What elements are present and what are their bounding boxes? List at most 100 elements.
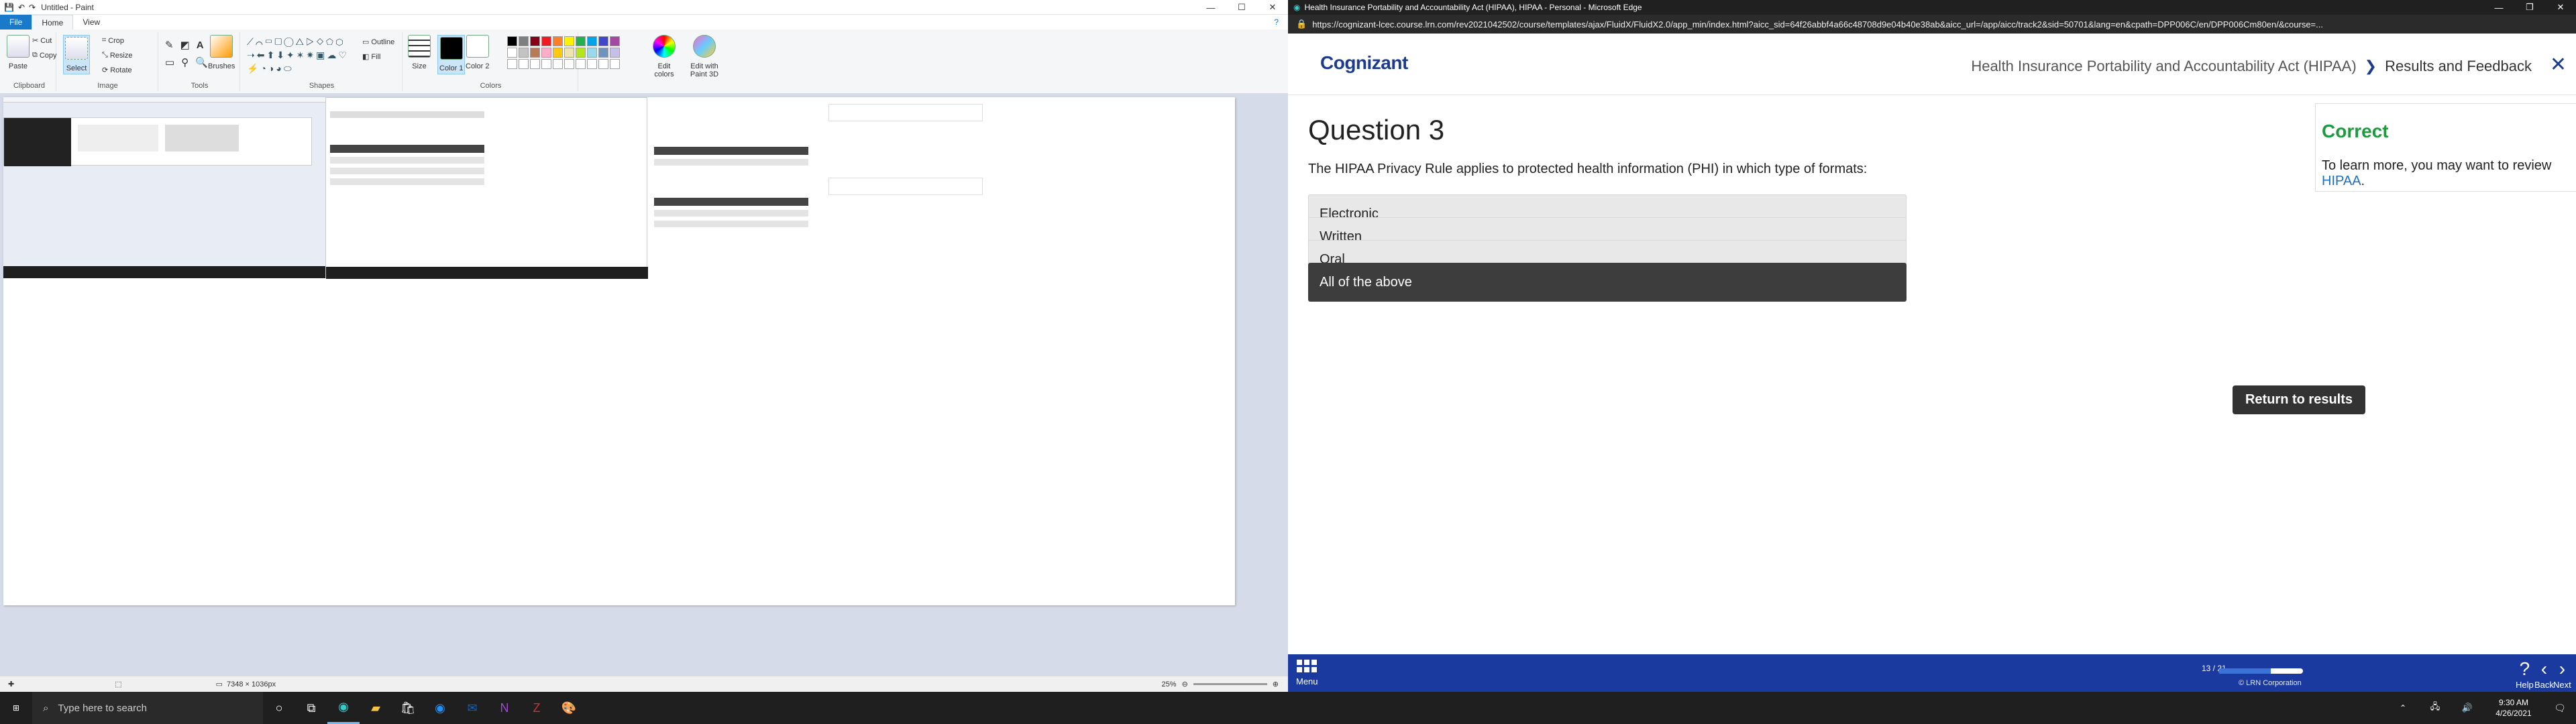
custom-color-swatch[interactable] <box>519 59 529 69</box>
address-bar[interactable]: 🔒 https://cognizant-lcec.course.lrn.com/… <box>1288 15 2576 34</box>
breadcrumb-course[interactable]: Health Insurance Portability and Account… <box>1971 58 2356 75</box>
help-button[interactable]: ? Help <box>2516 658 2534 690</box>
notifications-icon[interactable]: 🗨 <box>2544 692 2576 724</box>
magnifier-icon[interactable]: 🔍 <box>195 56 208 68</box>
clock[interactable]: 9:30 AM 4/26/2021 <box>2483 697 2544 719</box>
volume-icon[interactable]: 🔊 <box>2451 692 2483 724</box>
select-button[interactable]: Select <box>63 35 90 74</box>
text-icon[interactable]: A <box>197 40 204 51</box>
task-view-icon[interactable]: ⧉ <box>295 692 327 724</box>
help-icon[interactable]: ? <box>1265 15 1288 29</box>
fill-button[interactable]: ◧ Fill <box>362 52 380 62</box>
paint-taskbar-icon[interactable]: 🎨 <box>553 692 585 724</box>
color2-button[interactable]: Color 2 <box>466 35 489 70</box>
redo-icon[interactable]: ↷ <box>29 3 36 12</box>
fill-bucket-icon[interactable]: ◩ <box>180 39 190 51</box>
rotate-button[interactable]: ⟳ Rotate <box>102 66 132 75</box>
color-picker-icon[interactable]: ⚲ <box>181 56 189 68</box>
palette-swatch[interactable] <box>519 48 529 58</box>
custom-color-swatch[interactable] <box>553 59 563 69</box>
edge-taskbar-icon[interactable]: ◉ <box>327 692 360 724</box>
save-icon[interactable]: 💾 <box>4 3 14 12</box>
palette-swatch[interactable] <box>530 48 540 58</box>
shapes-gallery-3[interactable]: ⚡◔◑◕⬭ <box>247 63 294 74</box>
windows-start-icon[interactable]: ⊞ <box>0 692 32 724</box>
custom-color-swatch[interactable] <box>530 59 540 69</box>
undo-icon[interactable]: ↶ <box>18 3 25 12</box>
back-button[interactable]: ‹ Back <box>2534 658 2554 690</box>
minimize-icon[interactable]: — <box>2483 0 2514 15</box>
view-tab[interactable]: View <box>73 15 109 29</box>
next-button[interactable]: › Next <box>2553 658 2571 690</box>
store-icon[interactable]: 🛍 <box>392 692 424 724</box>
paint3d-button[interactable]: Edit with Paint 3D <box>686 35 723 78</box>
palette-swatch[interactable] <box>598 48 608 58</box>
paint-canvas[interactable] <box>3 97 1235 605</box>
answer-option-selected[interactable]: All of the above <box>1308 263 1907 302</box>
zoom-out-icon[interactable]: ⊖ <box>1182 680 1188 688</box>
pencil-icon[interactable]: ✎ <box>165 39 174 51</box>
custom-color-swatch[interactable] <box>610 59 620 69</box>
shapes-gallery[interactable]: ⟋⌒▭▢◯△▷◇⬠⬡ <box>247 36 345 48</box>
network-icon[interactable]: 🖧 <box>2419 692 2451 724</box>
palette-swatch[interactable] <box>610 48 620 58</box>
custom-color-swatch[interactable] <box>541 59 551 69</box>
url-text[interactable]: https://cognizant-lcec.course.lrn.com/re… <box>1312 19 2323 29</box>
outline-button[interactable]: ▭ Outline <box>362 38 394 47</box>
tray-chevron-icon[interactable]: ⌃ <box>2387 692 2419 724</box>
custom-color-swatch[interactable] <box>576 59 586 69</box>
custom-color-swatch[interactable] <box>507 59 517 69</box>
edit-colors-button[interactable]: Edit colors <box>651 35 678 78</box>
palette-swatch[interactable] <box>576 36 586 46</box>
color1-button[interactable]: Color 1 <box>437 35 466 74</box>
palette-swatch[interactable] <box>507 36 517 46</box>
size-button[interactable]: Size <box>408 35 431 70</box>
cut-button[interactable]: ✂ Cut <box>32 36 52 46</box>
close-course-icon[interactable]: ✕ <box>2550 55 2567 75</box>
filezilla-icon[interactable]: Z <box>521 692 553 724</box>
file-tab[interactable]: File <box>0 15 32 29</box>
edge-dev-icon[interactable]: ◉ <box>424 692 456 724</box>
resize-button[interactable]: ⤡ Resize <box>102 51 132 60</box>
return-to-results-button[interactable]: Return to results <box>2233 385 2365 414</box>
palette-swatch[interactable] <box>564 48 574 58</box>
home-tab[interactable]: Home <box>32 15 74 29</box>
restore-icon[interactable]: ❐ <box>2514 0 2545 15</box>
lock-icon[interactable]: 🔒 <box>1296 19 1307 29</box>
palette-swatch[interactable] <box>576 48 586 58</box>
close-icon[interactable]: ✕ <box>2545 0 2576 15</box>
palette-swatch[interactable] <box>541 48 551 58</box>
copy-button[interactable]: ⧉ Copy <box>32 51 57 60</box>
zoom-slider[interactable] <box>1193 683 1267 685</box>
palette-swatch[interactable] <box>587 36 597 46</box>
paste-button[interactable]: Paste <box>7 35 30 70</box>
hipaa-link[interactable]: HIPAA <box>2322 174 2361 188</box>
shapes-gallery-2[interactable]: ➝⬅⬆⬇✦✶✷▣☁♡ <box>247 50 349 61</box>
maximize-icon[interactable]: ☐ <box>1226 0 1257 15</box>
zoom-in-icon[interactable]: ⊕ <box>1273 680 1279 688</box>
brushes-button[interactable]: Brushes <box>208 35 235 70</box>
palette-swatch[interactable] <box>507 48 517 58</box>
file-explorer-icon[interactable]: ▰ <box>360 692 392 724</box>
custom-color-swatch[interactable] <box>564 59 574 69</box>
outlook-icon[interactable]: ✉ <box>456 692 488 724</box>
palette-swatch[interactable] <box>553 48 563 58</box>
crop-button[interactable]: ⌗ Crop <box>102 36 124 45</box>
palette-swatch[interactable] <box>541 36 551 46</box>
palette-swatch[interactable] <box>598 36 608 46</box>
custom-color-swatch[interactable] <box>587 59 597 69</box>
eraser-icon[interactable]: ▭ <box>165 56 174 68</box>
palette-swatch[interactable] <box>564 36 574 46</box>
palette-swatch[interactable] <box>610 36 620 46</box>
palette-swatch[interactable] <box>587 48 597 58</box>
palette-swatch[interactable] <box>553 36 563 46</box>
palette-swatch[interactable] <box>530 36 540 46</box>
minimize-icon[interactable]: — <box>1195 0 1226 15</box>
menu-button[interactable]: Menu <box>1296 660 1318 686</box>
taskbar-search[interactable]: ⌕ Type here to search <box>32 692 263 724</box>
onenote-icon[interactable]: N <box>488 692 521 724</box>
palette-swatch[interactable] <box>519 36 529 46</box>
close-icon[interactable]: ✕ <box>1257 0 1288 15</box>
custom-color-swatch[interactable] <box>598 59 608 69</box>
cortana-icon[interactable]: ○ <box>263 692 295 724</box>
